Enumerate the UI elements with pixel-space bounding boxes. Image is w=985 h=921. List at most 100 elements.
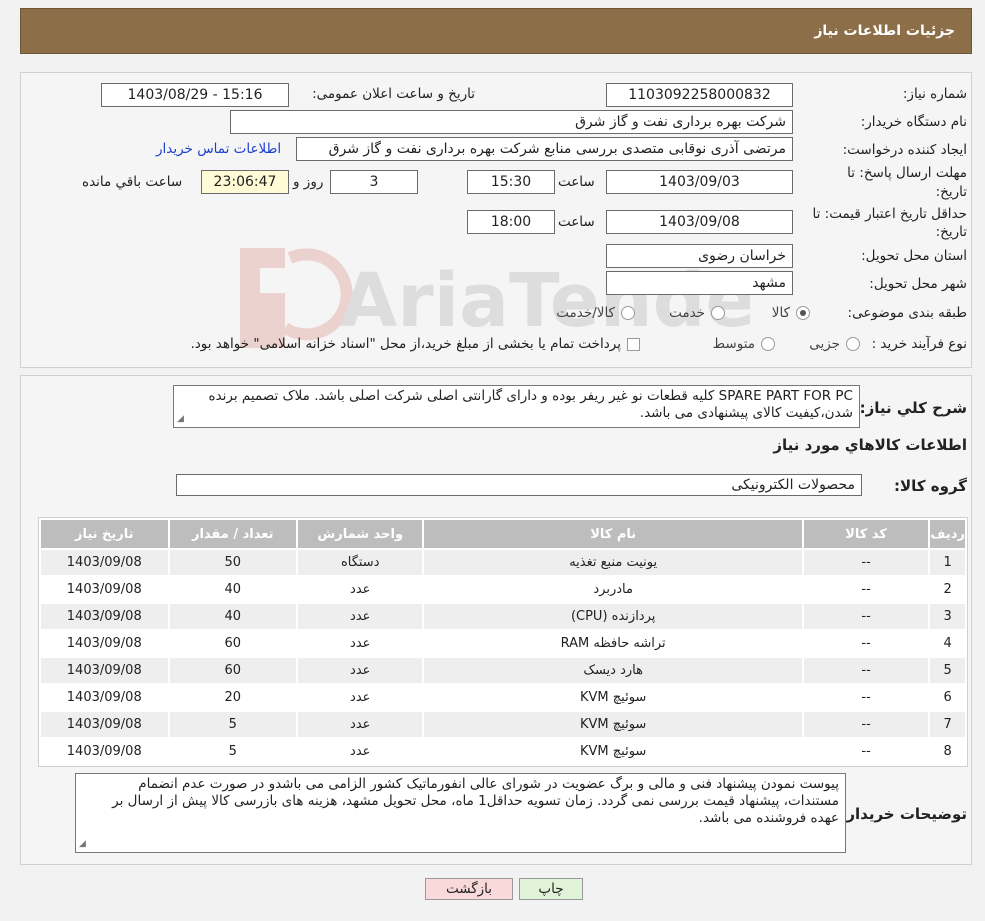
back-button[interactable]: بازگشت	[425, 878, 513, 900]
cell-code: --	[803, 712, 929, 737]
resize-grip-icon[interactable]: ◢	[79, 840, 86, 849]
need-number-label: شماره نیاز:	[902, 86, 967, 102]
cell-name: سوئیچ KVM	[424, 712, 802, 737]
table-row: 8 -- سوئیچ KVM عدد 5 1403/09/08	[41, 739, 965, 764]
cell-code: --	[803, 604, 929, 629]
buyer-org-field: شرکت بهره برداری نفت و گاز شرق	[230, 110, 793, 134]
cell-name: سوئیچ KVM	[424, 685, 802, 710]
cell-qty: 50	[169, 550, 296, 575]
province-label: استان محل تحویل:	[861, 248, 967, 264]
creator-label: ایجاد کننده درخواست:	[842, 142, 967, 158]
cell-row: 6	[930, 685, 965, 710]
resize-grip-icon[interactable]: ◢	[177, 415, 184, 424]
items-table: ردیف کد کالا نام کالا واحد شمارش تعداد /…	[39, 518, 967, 766]
cell-unit: عدد	[297, 604, 423, 629]
table-header-row: ردیف کد کالا نام کالا واحد شمارش تعداد /…	[41, 520, 965, 548]
cell-unit: دستگاه	[297, 550, 423, 575]
cell-date: 1403/09/08	[41, 685, 168, 710]
cell-name: هارد دیسک	[424, 658, 802, 683]
validity-label-2: تاریخ:	[935, 224, 967, 240]
category-option-service[interactable]: خدمت	[669, 305, 725, 321]
cell-row: 2	[930, 577, 965, 602]
city-label: شهر محل تحویل:	[869, 276, 967, 292]
buyer-notes-label: توضیحات خریدار:	[840, 805, 967, 823]
col-code-header: کد کالا	[803, 520, 929, 548]
cell-code: --	[803, 685, 929, 710]
table-row: 1 -- یونیت منبع تغذیه دستگاه 50 1403/09/08	[41, 550, 965, 575]
cell-code: --	[803, 550, 929, 575]
cell-unit: عدد	[297, 631, 423, 656]
validity-time-field: 18:00	[467, 210, 555, 234]
radio-icon[interactable]	[761, 337, 775, 351]
cell-date: 1403/09/08	[41, 577, 168, 602]
description-textarea[interactable]: SPARE PART FOR PC کلیه قطعات نو غیر ریفر…	[173, 385, 860, 428]
description-label: شرح کلي نياز:	[859, 399, 967, 417]
validity-label: حداقل تاریخ اعتبار قیمت: تا	[812, 206, 967, 222]
table-row: 4 -- تراشه حافظه RAM عدد 60 1403/09/08	[41, 631, 965, 656]
checkbox-icon[interactable]	[627, 337, 640, 351]
cell-unit: عدد	[297, 685, 423, 710]
table-row: 7 -- سوئیچ KVM عدد 5 1403/09/08	[41, 712, 965, 737]
cell-date: 1403/09/08	[41, 739, 168, 764]
need-number-field: 1103092258000832	[606, 83, 793, 107]
cell-unit: عدد	[297, 577, 423, 602]
category-label: طبقه بندی موضوعی:	[847, 305, 967, 321]
cell-code: --	[803, 658, 929, 683]
cell-name: یونیت منبع تغذیه	[424, 550, 802, 575]
buyer-contact-link[interactable]: اطلاعات تماس خریدار	[156, 141, 281, 157]
reply-time-label: ساعت	[558, 174, 595, 190]
cell-name: پردازنده (CPU)	[424, 604, 802, 629]
announce-label: تاریخ و ساعت اعلان عمومی:	[312, 86, 475, 102]
announce-field: 1403/08/29 - 15:16	[101, 83, 289, 107]
reply-time-field: 15:30	[467, 170, 555, 194]
col-unit-header: واحد شمارش	[297, 520, 423, 548]
remaining-label: ساعت باقي مانده	[82, 174, 183, 190]
buyer-notes-text: پیوست نمودن پیشنهاد فنی و مالی و برگ عضو…	[112, 776, 839, 826]
col-name-header: نام کالا	[424, 520, 802, 548]
cell-row: 7	[930, 712, 965, 737]
cell-qty: 40	[169, 604, 296, 629]
col-row-header: ردیف	[930, 520, 965, 548]
reply-deadline-label-2: تاریخ:	[935, 184, 967, 200]
cell-unit: عدد	[297, 739, 423, 764]
cell-row: 8	[930, 739, 965, 764]
category-option-goods[interactable]: کالا	[772, 305, 810, 321]
cell-qty: 60	[169, 631, 296, 656]
cell-qty: 60	[169, 658, 296, 683]
process-treasury-checkbox[interactable]: پرداخت تمام یا بخشی از مبلغ خرید،از محل …	[190, 336, 640, 352]
table-row: 6 -- سوئیچ KVM عدد 20 1403/09/08	[41, 685, 965, 710]
cell-code: --	[803, 739, 929, 764]
validity-date-field: 1403/09/08	[606, 210, 793, 234]
creator-field: مرتضی آذری نوقابی متصدی بررسی منابع شرکت…	[296, 137, 793, 161]
radio-icon[interactable]	[711, 306, 725, 320]
cell-row: 5	[930, 658, 965, 683]
cell-code: --	[803, 631, 929, 656]
cell-qty: 20	[169, 685, 296, 710]
cell-date: 1403/09/08	[41, 631, 168, 656]
cell-qty: 5	[169, 712, 296, 737]
cell-row: 1	[930, 550, 965, 575]
cell-date: 1403/09/08	[41, 658, 168, 683]
category-option-goods-service[interactable]: کالا/خدمت	[556, 305, 635, 321]
page-header: جزئیات اطلاعات نیاز	[20, 8, 972, 54]
radio-icon[interactable]	[846, 337, 860, 351]
process-option-minor[interactable]: جزیی	[809, 336, 860, 352]
process-label: نوع فرآیند خرید :	[871, 336, 967, 352]
validity-time-label: ساعت	[558, 214, 595, 230]
process-option-medium[interactable]: متوسط	[713, 336, 775, 352]
buyer-notes-textarea[interactable]: پیوست نمودن پیشنهاد فنی و مالی و برگ عضو…	[75, 773, 846, 853]
goods-section-title: اطلاعات کالاهاي مورد نياز	[773, 436, 967, 454]
buyer-org-label: نام دستگاه خریدار:	[860, 114, 967, 130]
remaining-time-field: 23:06:47	[201, 170, 289, 194]
cell-row: 3	[930, 604, 965, 629]
col-qty-header: تعداد / مقدار	[169, 520, 296, 548]
radio-icon[interactable]	[796, 306, 810, 320]
goods-group-field: محصولات الکترونیکی	[176, 474, 862, 496]
goods-group-label: گروه کالا:	[894, 477, 967, 495]
print-button[interactable]: چاپ	[519, 878, 583, 900]
radio-icon[interactable]	[621, 306, 635, 320]
city-field: مشهد	[606, 271, 793, 295]
table-row: 3 -- پردازنده (CPU) عدد 40 1403/09/08	[41, 604, 965, 629]
cell-unit: عدد	[297, 712, 423, 737]
cell-date: 1403/09/08	[41, 550, 168, 575]
